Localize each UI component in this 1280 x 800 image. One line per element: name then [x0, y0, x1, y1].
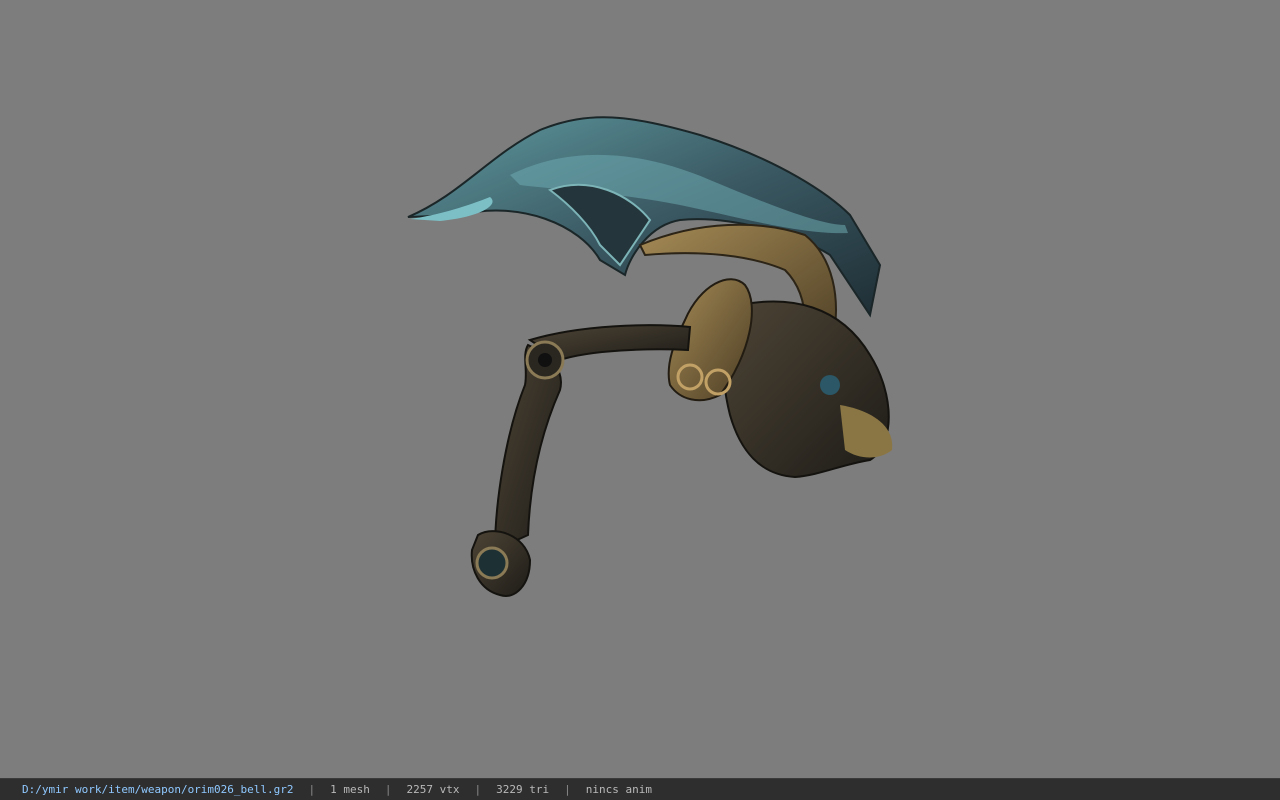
separator: |	[308, 783, 316, 796]
status-bar: D:/ymir work/item/weapon/orim026_bell.gr…	[0, 778, 1280, 800]
animation-status: nincs anim	[585, 783, 652, 796]
separator: |	[474, 783, 482, 796]
file-path: D:/ymir work/item/weapon/orim026_bell.gr…	[22, 783, 294, 796]
eye-glow	[820, 375, 840, 395]
weapon-model[interactable]	[400, 105, 910, 605]
separator: |	[384, 783, 392, 796]
mesh-count: 1 mesh	[330, 783, 370, 796]
triangle-count: 3229 tri	[496, 783, 550, 796]
3d-viewport[interactable]	[0, 0, 1280, 778]
end-ring	[475, 546, 509, 580]
vertex-count: 2257 vtx	[406, 783, 460, 796]
separator: |	[564, 783, 571, 796]
